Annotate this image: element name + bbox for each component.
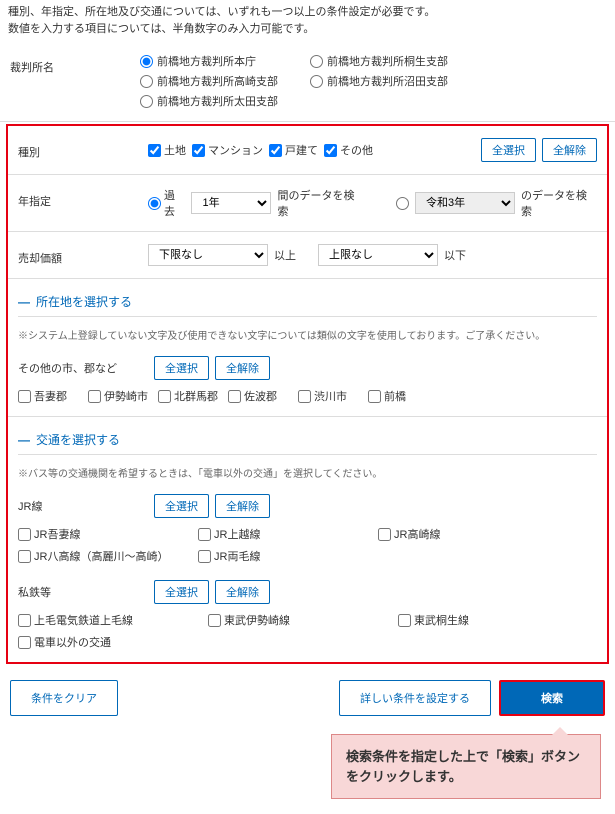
price-label: 売却価額 <box>18 244 148 266</box>
private-items: 上毛電気鉄道上毛線 東武伊勢崎線 東武桐生線 電車以外の交通 <box>18 608 597 654</box>
transport-section: 交通を選択する ※バス等の交通機関を希望するときは、「電車以外の交通」を選択して… <box>8 417 607 662</box>
price-upper-select[interactable]: 上限なし <box>318 244 438 266</box>
year-period-select[interactable]: 1年 <box>191 192 271 214</box>
main-form: 種別 土地 マンション 戸建て その他 全選択 全解除 年指定 過去 1年 間の… <box>6 124 609 664</box>
jr-item-4[interactable]: JR両毛線 <box>198 548 378 564</box>
intro-text: 種別、年指定、所在地及び交通については、いずれも一つ以上の条件設定が必要です。 … <box>0 0 615 41</box>
type-house[interactable]: 戸建て <box>269 142 318 158</box>
location-item-1[interactable]: 伊勢崎市 <box>88 388 158 404</box>
type-select-all[interactable]: 全選択 <box>481 138 536 162</box>
court-option-0[interactable]: 前橋地方裁判所本庁 <box>140 53 290 69</box>
court-section: 裁判所名 前橋地方裁判所本庁 前橋地方裁判所桐生支部 前橋地方裁判所高崎支部 前… <box>0 41 615 122</box>
location-item-4[interactable]: 渋川市 <box>298 388 368 404</box>
type-land[interactable]: 土地 <box>148 142 186 158</box>
jr-title: JR線 <box>18 494 148 518</box>
jr-select-all[interactable]: 全選択 <box>154 494 209 518</box>
jr-clear-all[interactable]: 全解除 <box>215 494 270 518</box>
court-options: 前橋地方裁判所本庁 前橋地方裁判所桐生支部 前橋地方裁判所高崎支部 前橋地方裁判… <box>140 53 605 109</box>
search-button[interactable]: 検索 <box>499 680 605 716</box>
year-between-text: 間のデータを検索 <box>277 187 364 219</box>
transport-header: 交通を選択する <box>18 425 597 455</box>
price-ge: 以上 <box>274 247 296 263</box>
private-select-all[interactable]: 全選択 <box>154 580 209 604</box>
court-option-3[interactable]: 前橋地方裁判所沼田支部 <box>310 73 460 89</box>
type-other[interactable]: その他 <box>324 142 373 158</box>
type-clear-all[interactable]: 全解除 <box>542 138 597 162</box>
court-option-2[interactable]: 前橋地方裁判所高崎支部 <box>140 73 290 89</box>
type-section: 種別 土地 マンション 戸建て その他 全選択 全解除 <box>8 126 607 175</box>
jr-item-0[interactable]: JR吾妻線 <box>18 526 198 542</box>
price-le: 以下 <box>444 247 466 263</box>
price-lower-select[interactable]: 下限なし <box>148 244 268 266</box>
year-search-text: のデータを検索 <box>521 187 597 219</box>
instruction-callout: 検索条件を指定した上で「検索」ボタンをクリックします。 <box>331 734 601 799</box>
year-section: 年指定 過去 1年 間のデータを検索 令和3年 のデータを検索 <box>8 175 607 232</box>
location-select-all[interactable]: 全選択 <box>154 356 209 380</box>
callout-wrap: 検索条件を指定した上で「検索」ボタンをクリックします。 <box>0 724 615 814</box>
type-label: 種別 <box>18 138 148 160</box>
court-option-4[interactable]: 前橋地方裁判所太田支部 <box>140 93 290 109</box>
year-era-radio[interactable] <box>396 197 409 210</box>
court-option-1[interactable]: 前橋地方裁判所桐生支部 <box>310 53 460 69</box>
detail-button[interactable]: 詳しい条件を設定する <box>339 680 491 716</box>
location-item-2[interactable]: 北群馬郡 <box>158 388 228 404</box>
intro-line1: 種別、年指定、所在地及び交通については、いずれも一つ以上の条件設定が必要です。 <box>8 4 607 21</box>
private-item-3[interactable]: 電車以外の交通 <box>18 634 198 650</box>
location-clear-all[interactable]: 全解除 <box>215 356 270 380</box>
type-mansion[interactable]: マンション <box>192 142 263 158</box>
jr-item-1[interactable]: JR上越線 <box>198 526 378 542</box>
location-note: ※システム上登録していない文字及び使用できない文字については類似の文字を使用して… <box>18 323 597 352</box>
location-header: 所在地を選択する <box>18 287 597 317</box>
jr-item-2[interactable]: JR高崎線 <box>378 526 558 542</box>
jr-item-3[interactable]: JR八高線（高麗川～高崎） <box>18 548 198 564</box>
price-section: 売却価額 下限なし 以上 上限なし 以下 <box>8 232 607 279</box>
private-clear-all[interactable]: 全解除 <box>215 580 270 604</box>
private-item-0[interactable]: 上毛電気鉄道上毛線 <box>18 612 198 628</box>
court-label: 裁判所名 <box>10 53 140 75</box>
year-era-select[interactable]: 令和3年 <box>415 192 515 214</box>
location-items: 吾妻郡 伊勢崎市 北群馬郡 佐波郡 渋川市 前橋 <box>18 384 597 408</box>
intro-line2: 数値を入力する項目については、半角数字のみ入力可能です。 <box>8 21 607 38</box>
location-item-5[interactable]: 前橋 <box>368 388 438 404</box>
location-group-title: その他の市、郡など <box>18 356 148 380</box>
clear-button[interactable]: 条件をクリア <box>10 680 118 716</box>
private-title: 私鉄等 <box>18 580 148 604</box>
year-past-radio[interactable]: 過去 <box>148 187 185 219</box>
location-item-0[interactable]: 吾妻郡 <box>18 388 88 404</box>
footer-buttons: 条件をクリア 詳しい条件を設定する 検索 <box>0 672 615 724</box>
private-item-1[interactable]: 東武伊勢崎線 <box>208 612 388 628</box>
year-label: 年指定 <box>18 187 148 209</box>
location-section: 所在地を選択する ※システム上登録していない文字及び使用できない文字については類… <box>8 279 607 417</box>
jr-items: JR吾妻線 JR上越線 JR高崎線 JR八高線（高麗川～高崎） JR両毛線 <box>18 522 597 568</box>
transport-note: ※バス等の交通機関を希望するときは、「電車以外の交通」を選択してください。 <box>18 461 597 490</box>
location-item-3[interactable]: 佐波郡 <box>228 388 298 404</box>
private-item-2[interactable]: 東武桐生線 <box>398 612 578 628</box>
